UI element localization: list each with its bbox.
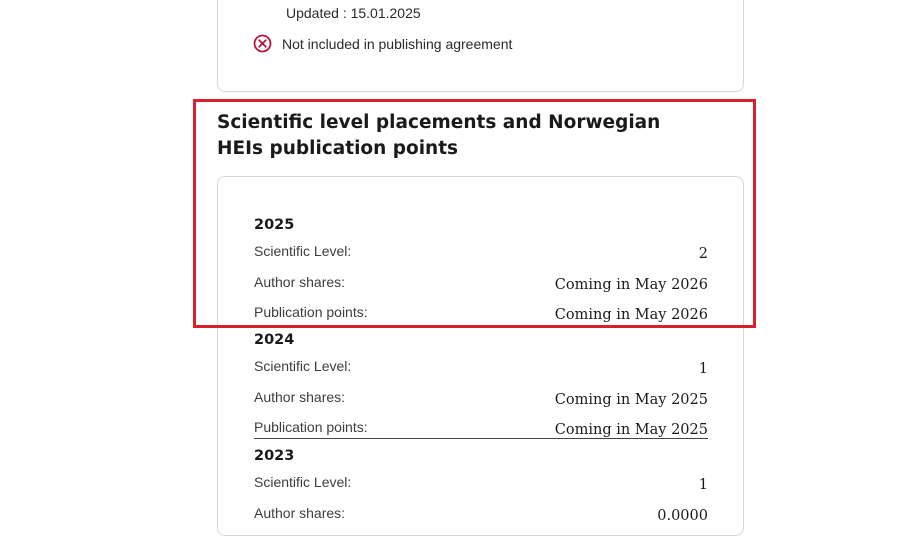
author-shares-row: Author shares: Coming in May 2026 (254, 273, 708, 304)
row-label: Publication points: (254, 304, 368, 320)
publishing-status-text: Not included in publishing agreement (282, 35, 513, 52)
row-value: Coming in May 2026 (554, 276, 708, 293)
row-value: Coming in May 2025 (554, 422, 708, 438)
year-block-2023: 2023 Scientific Level: 1 Author shares: … (254, 445, 708, 534)
publication-points-row: Publication points: Coming in May 2025 (254, 418, 708, 439)
row-value: Coming in May 2025 (554, 391, 708, 408)
row-label: Scientific Level: (254, 358, 352, 374)
year-block-2024: 2024 Scientific Level: 1 Author shares: … (254, 329, 708, 439)
scientific-level-row: Scientific Level: 2 (254, 242, 708, 273)
year-title: 2024 (254, 332, 295, 348)
row-label: Scientific Level: (254, 474, 352, 490)
row-label: Publication points: (254, 419, 368, 435)
year-title: 2023 (254, 448, 295, 464)
year-title: 2025 (254, 217, 295, 233)
row-label: Author shares: (254, 273, 346, 290)
scientific-level-row: Scientific Level: 1 (254, 357, 708, 388)
row-value: 1 (698, 477, 708, 493)
row-value: 2 (698, 246, 708, 262)
scientific-level-row: Scientific Level: 1 (254, 473, 708, 504)
publishing-status: Not included in publishing agreement (253, 34, 512, 53)
row-label: Scientific Level: (254, 243, 352, 259)
updated-date: Updated : 15.01.2025 (286, 5, 421, 21)
row-label: Author shares: (254, 388, 346, 405)
x-circle-icon (253, 34, 272, 53)
year-block-2025: 2025 Scientific Level: 2 Author shares: … (254, 214, 708, 334)
row-value: Coming in May 2026 (554, 307, 708, 323)
section-title: Scientific level placements and Norwegia… (217, 112, 661, 159)
author-shares-row: Author shares: Coming in May 2025 (254, 388, 708, 419)
row-value: 1 (698, 361, 708, 377)
row-label: Author shares: (254, 504, 346, 521)
author-shares-row: Author shares: 0.0000 (254, 504, 708, 535)
